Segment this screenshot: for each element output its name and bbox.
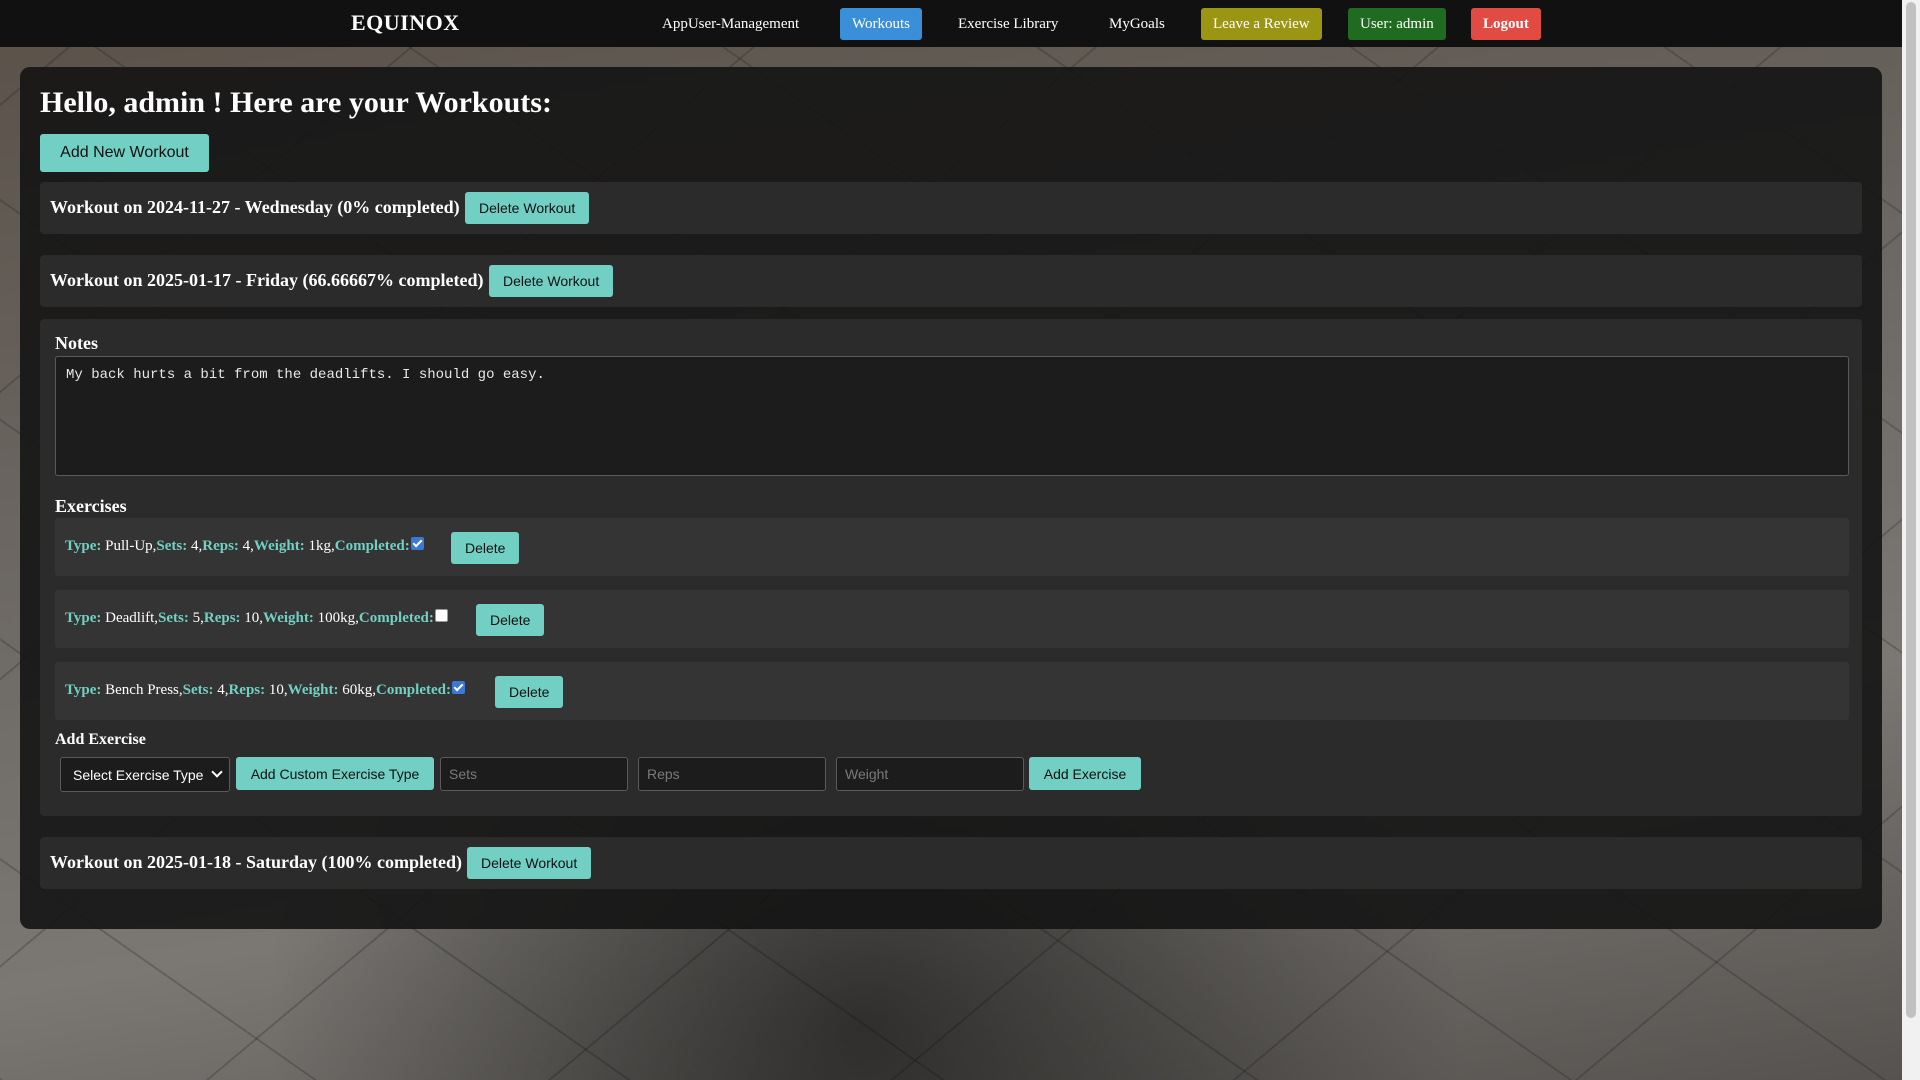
- exercise-details: Type: Pull-Up, Sets: 4, Reps: 4, Weight: 1k…: [65, 537, 424, 555]
- exercise-details: Type: Deadlift, Sets: 5, Reps: 10, Weight: …: [65, 609, 448, 627]
- page-title: Hello, admin ! Here are your Workouts:: [40, 86, 552, 119]
- sets-key: Sets:: [158, 610, 189, 626]
- exercise-reps: 4: [242, 538, 251, 554]
- exercise-weight: 100kg: [317, 610, 356, 626]
- delete-exercise-button[interactable]: Delete: [495, 676, 564, 708]
- exercise-sets: 4: [190, 538, 199, 554]
- reps-key: Reps:: [228, 682, 266, 698]
- nav-workouts[interactable]: Workouts: [840, 8, 922, 40]
- sets-input[interactable]: [440, 757, 628, 791]
- exercise-details: Type: Bench Press, Sets: 4, Reps: 10, Weigh…: [65, 681, 465, 699]
- completed-checkbox[interactable]: [434, 609, 448, 622]
- delete-workout-button[interactable]: Delete Workout: [467, 847, 592, 879]
- scrollbar-thumb[interactable]: [1906, 2, 1916, 1018]
- completed-checkbox[interactable]: [451, 681, 465, 694]
- leave-review-button[interactable]: Leave a Review: [1201, 8, 1322, 40]
- exercise-row: Type: Bench Press, Sets: 4, Reps: 10, Weigh…: [55, 662, 1849, 720]
- logout-button[interactable]: Logout: [1471, 8, 1541, 40]
- completed-key: Completed:: [334, 538, 410, 554]
- exercise-type: Bench Press: [105, 682, 179, 698]
- nav-exercise-library[interactable]: Exercise Library: [946, 8, 1070, 40]
- add-new-workout-button[interactable]: Add New Workout: [40, 134, 209, 172]
- exercise-reps: 10: [244, 610, 260, 626]
- weight-key: Weight:: [253, 538, 305, 554]
- top-navbar: EQUINOX AppUser-Management Workouts Exer…: [0, 0, 1902, 47]
- brand-logo[interactable]: EQUINOX: [351, 10, 460, 36]
- reps-key: Reps:: [203, 610, 241, 626]
- select-value: Select Exercise Type: [73, 766, 204, 783]
- exercise-row: Type: Deadlift, Sets: 5, Reps: 10, Weight: …: [55, 590, 1849, 648]
- page-scrollbar[interactable]: [1902, 0, 1920, 1080]
- exercise-type-select[interactable]: Select Exercise Type: [60, 757, 230, 792]
- exercise-row: Type: Pull-Up, Sets: 4, Reps: 4, Weight: 1k…: [55, 518, 1849, 576]
- nav-mygoals[interactable]: MyGoals: [1097, 8, 1177, 40]
- delete-workout-button[interactable]: Delete Workout: [489, 265, 614, 297]
- weight-key: Weight:: [263, 610, 314, 626]
- completed-key: Completed:: [375, 682, 451, 698]
- exercise-weight: 60kg: [342, 682, 373, 698]
- chevron-down-icon: [211, 766, 223, 778]
- sets-key: Sets:: [156, 538, 188, 554]
- weight-key: Weight:: [287, 682, 339, 698]
- exercise-weight: 1kg: [308, 538, 332, 554]
- reps-key: Reps:: [202, 538, 239, 554]
- workout-header[interactable]: Workout on 2025-01-17 - Friday (66.66667…: [40, 255, 1862, 307]
- exercise-reps: 10: [268, 682, 284, 698]
- type-key: Type:: [65, 610, 102, 626]
- type-key: Type:: [65, 538, 102, 554]
- workout-title[interactable]: Workout on 2024-11-27 - Wednesday (0% co…: [50, 197, 460, 218]
- exercises-label: Exercises: [55, 496, 127, 516]
- workout-title[interactable]: Workout on 2025-01-18 - Saturday (100% c…: [50, 852, 462, 873]
- user-badge[interactable]: User: admin: [1348, 8, 1446, 40]
- completed-key: Completed:: [358, 610, 434, 626]
- add-custom-exercise-type-button[interactable]: Add Custom Exercise Type: [236, 757, 434, 790]
- notes-label: Notes: [55, 333, 98, 353]
- exercise-sets: 4: [217, 682, 225, 698]
- workout-header[interactable]: Workout on 2025-01-18 - Saturday (100% c…: [40, 837, 1862, 889]
- reps-input[interactable]: [638, 757, 826, 791]
- exercise-type: Deadlift: [105, 610, 155, 626]
- add-exercise-button[interactable]: Add Exercise: [1029, 757, 1141, 790]
- completed-checkbox[interactable]: [410, 537, 424, 550]
- exercise-type: Pull-Up: [105, 538, 153, 554]
- sets-key: Sets:: [182, 682, 214, 698]
- workout-header[interactable]: Workout on 2024-11-27 - Wednesday (0% co…: [40, 182, 1862, 234]
- delete-exercise-button[interactable]: Delete: [476, 604, 545, 636]
- exercise-sets: 5: [192, 610, 201, 626]
- weight-input[interactable]: [836, 757, 1024, 791]
- nav-appuser-management[interactable]: AppUser-Management: [650, 8, 811, 40]
- workout-title[interactable]: Workout on 2025-01-17 - Friday (66.66667…: [50, 270, 483, 291]
- notes-textarea[interactable]: [55, 356, 1849, 476]
- add-exercise-label: Add Exercise: [55, 731, 146, 748]
- delete-workout-button[interactable]: Delete Workout: [465, 192, 590, 224]
- delete-exercise-button[interactable]: Delete: [451, 532, 520, 564]
- type-key: Type:: [65, 682, 102, 698]
